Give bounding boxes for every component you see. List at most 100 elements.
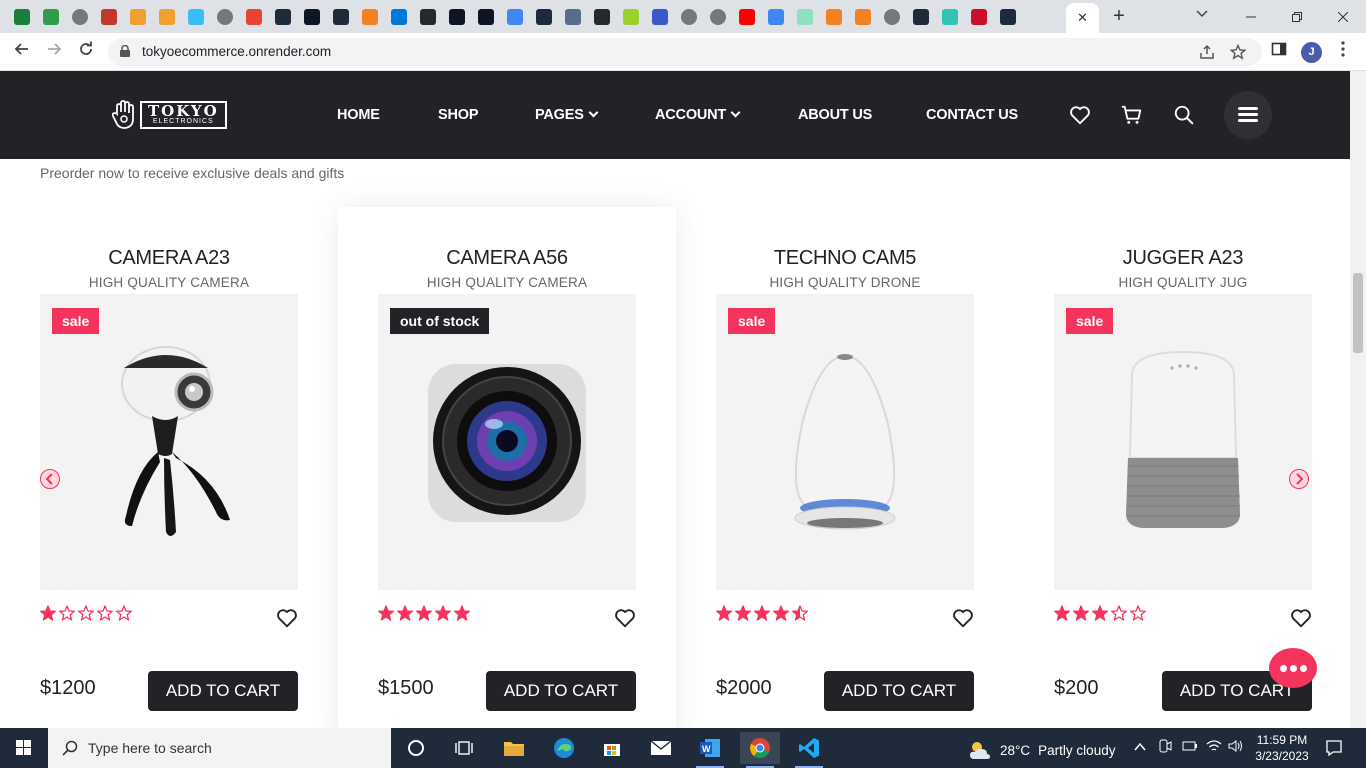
system-clock[interactable]: 11:59 PM 3/23/2023 [1250,732,1314,764]
cortana-icon[interactable] [396,732,436,764]
menu-contact-us[interactable]: CONTACT US [926,107,1018,123]
add-to-cart-button[interactable]: ADD TO CART [148,671,298,711]
url-text[interactable]: tokyoecommerce.onrender.com [142,44,331,59]
tab-github-icon[interactable] [416,6,440,28]
menu-account[interactable]: ACCOUNT [655,107,741,123]
scrollbar-thumb[interactable] [1353,273,1363,353]
product-image[interactable]: out of stock [378,294,636,590]
tab-cpanel-icon[interactable] [561,6,585,28]
tab-globe-icon[interactable] [677,6,701,28]
tab-pen-icon[interactable] [648,6,672,28]
tab-profile-icon[interactable] [97,6,121,28]
tab-chat-icon[interactable] [793,6,817,28]
reload-icon[interactable] [75,41,97,63]
cart-icon[interactable] [1121,104,1143,126]
tab-youtube-icon[interactable] [735,6,759,28]
tab-globe-icon[interactable] [880,6,904,28]
product-name[interactable]: CAMERA A23 [0,247,338,270]
product-name[interactable]: JUGGER A23 [1014,247,1350,270]
tab-stack-icon[interactable] [155,6,179,28]
back-arrow-icon[interactable] [11,41,33,63]
product-image[interactable]: sale [716,294,974,590]
side-panel-icon[interactable] [1268,41,1290,63]
wishlist-heart-icon[interactable] [1069,104,1091,126]
product-image[interactable]: sale [40,294,298,590]
tab-react-icon[interactable] [532,6,556,28]
forward-arrow-icon[interactable] [43,41,65,63]
mail-icon[interactable] [641,732,681,764]
chat-bubble-button[interactable] [1269,648,1317,688]
microsoft-store-icon[interactable] [592,732,632,764]
notification-icon[interactable] [1325,739,1343,760]
restore-icon[interactable] [1274,0,1320,33]
add-to-cart-button[interactable]: ADD TO CART [824,671,974,711]
wishlist-heart-icon[interactable] [276,607,298,629]
menu-pages[interactable]: PAGES [535,107,599,123]
more-menu-icon[interactable] [1332,41,1354,63]
product-image[interactable]: sale [1054,294,1312,590]
search-icon[interactable] [1173,104,1195,126]
wishlist-heart-icon[interactable] [952,607,974,629]
add-to-cart-button[interactable]: ADD TO CART [486,671,636,711]
lock-icon[interactable] [120,45,130,57]
minimize-icon[interactable] [1228,0,1274,33]
tab-google-icon[interactable] [503,6,527,28]
tab-netlify-icon[interactable] [967,6,991,28]
battery-icon[interactable] [1182,739,1198,756]
tab-stackoverflow-icon[interactable] [358,6,382,28]
bookmark-star-icon[interactable] [1229,43,1247,62]
product-name[interactable]: TECHNO CAM5 [676,247,1014,270]
menu-shop[interactable]: SHOP [438,107,478,123]
windows-start-button[interactable] [0,728,48,768]
edge-browser-icon[interactable] [544,732,584,764]
tab-replit-icon[interactable] [474,6,498,28]
hamburger-menu-button[interactable] [1224,91,1272,139]
taskbar-search-placeholder[interactable]: Type here to search [88,740,212,756]
wishlist-heart-icon[interactable] [614,607,636,629]
tab-feather-icon[interactable] [619,6,643,28]
tab-react-icon[interactable] [909,6,933,28]
tab-gmail-icon[interactable] [242,6,266,28]
tab-10-icon[interactable] [39,6,63,28]
carousel-prev-button[interactable] [40,469,60,489]
tab-react-icon[interactable] [329,6,353,28]
tab-google-icon[interactable] [764,6,788,28]
profile-avatar[interactable]: J [1301,42,1322,63]
tab-replit-icon[interactable] [300,6,324,28]
word-icon[interactable]: W [690,732,730,768]
tab-globe-icon[interactable] [213,6,237,28]
tab-upwork-icon[interactable] [10,6,34,28]
tab-globe-icon[interactable] [706,6,730,28]
taskbar-search[interactable]: Type here to search [48,728,391,768]
meet-now-icon[interactable] [1158,739,1172,756]
tab-close-icon[interactable]: ✕ [1077,10,1088,26]
tab-react-icon[interactable] [996,6,1020,28]
address-bar[interactable]: tokyoecommerce.onrender.com [108,38,1262,66]
product-name[interactable]: CAMERA A56 [338,247,676,270]
wifi-icon[interactable] [1206,739,1222,756]
menu-home[interactable]: HOME [337,107,380,123]
tab-react-icon[interactable] [271,6,295,28]
tab-stackoverflow-icon[interactable] [822,6,846,28]
tab-stackoverflow-icon[interactable] [851,6,875,28]
tab-vscode-icon[interactable] [387,6,411,28]
weather-widget[interactable]: 28°C Partly cloudy [968,739,1115,761]
chrome-icon[interactable] [740,732,780,768]
volume-icon[interactable] [1228,739,1244,756]
new-tab-button[interactable]: + [1108,6,1130,28]
close-window-icon[interactable] [1320,0,1366,33]
tab-bolt-icon[interactable] [938,6,962,28]
share-icon[interactable] [1198,44,1216,62]
tab-globe-icon[interactable] [68,6,92,28]
tab-github-icon[interactable] [590,6,614,28]
file-explorer-icon[interactable] [494,732,534,764]
tab-replit-icon[interactable] [445,6,469,28]
vscode-icon[interactable] [789,732,829,768]
tab-search-chevron-icon[interactable] [1196,7,1208,21]
page-scrollbar[interactable] [1350,71,1366,728]
active-tab[interactable]: ✕ [1066,3,1099,33]
tray-chevron-up-icon[interactable] [1134,741,1146,755]
wishlist-heart-icon[interactable] [1290,607,1312,629]
task-view-icon[interactable] [444,732,484,764]
carousel-next-button[interactable] [1289,469,1309,489]
